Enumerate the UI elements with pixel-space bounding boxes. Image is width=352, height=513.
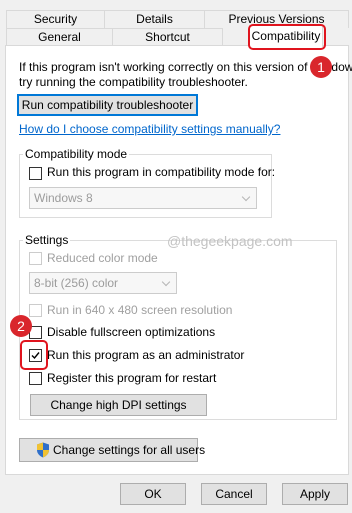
compatibility-panel: If this program isn't working correctly … — [5, 45, 352, 475]
tab-general[interactable]: General — [6, 28, 113, 46]
reduced-color-checkbox — [29, 252, 42, 265]
watermark: @thegeekpage.com — [167, 233, 293, 249]
change-all-users-button[interactable]: Change settings for all users — [19, 438, 205, 462]
tab-security[interactable]: Security — [6, 10, 105, 28]
cancel-button[interactable]: Cancel — [201, 483, 267, 505]
ok-button[interactable]: OK — [120, 483, 186, 505]
compatibility-mode-checkbox[interactable] — [29, 167, 42, 180]
annotation-badge-2: 2 — [10, 315, 32, 337]
tab-details[interactable]: Details — [104, 10, 205, 28]
run-640-label: Run in 640 x 480 screen resolution — [47, 303, 233, 317]
compatibility-tab-highlight — [248, 24, 326, 50]
color-select-value: 8-bit (256) color — [34, 276, 119, 290]
intro-text-line-1: If this program isn't working correctly … — [19, 60, 352, 74]
help-link[interactable]: How do I choose compatibility settings m… — [19, 122, 280, 136]
change-dpi-button[interactable]: Change high DPI settings — [30, 394, 207, 416]
compatibility-mode-label: Run this program in compatibility mode f… — [47, 165, 276, 179]
compatibility-mode-title: Compatibility mode — [23, 147, 130, 161]
admin-checkbox-highlight — [20, 340, 48, 370]
run-640-checkbox — [29, 304, 42, 317]
register-restart-checkbox[interactable] — [29, 372, 42, 385]
disable-fullscreen-label: Disable fullscreen optimizations — [47, 325, 216, 339]
reduced-color-label: Reduced color mode — [47, 251, 158, 265]
shield-icon — [37, 442, 49, 458]
os-select-value: Windows 8 — [34, 191, 93, 205]
run-as-admin-label: Run this program as an administrator — [47, 348, 245, 362]
intro-text-line-2: try running the compatibility troublesho… — [19, 75, 248, 89]
chevron-down-icon — [161, 277, 171, 287]
color-select: 8-bit (256) color — [29, 272, 177, 294]
run-troubleshooter-button[interactable]: Run compatibility troubleshooter — [17, 94, 198, 116]
register-restart-label: Register this program for restart — [47, 371, 217, 385]
apply-button[interactable]: Apply — [282, 483, 348, 505]
settings-title: Settings — [23, 233, 71, 247]
os-select: Windows 8 — [29, 187, 257, 209]
tab-shortcut[interactable]: Shortcut — [112, 28, 223, 46]
chevron-down-icon — [241, 192, 251, 202]
change-all-users-label: Change settings for all users — [53, 443, 206, 457]
annotation-badge-1: 1 — [310, 56, 332, 78]
